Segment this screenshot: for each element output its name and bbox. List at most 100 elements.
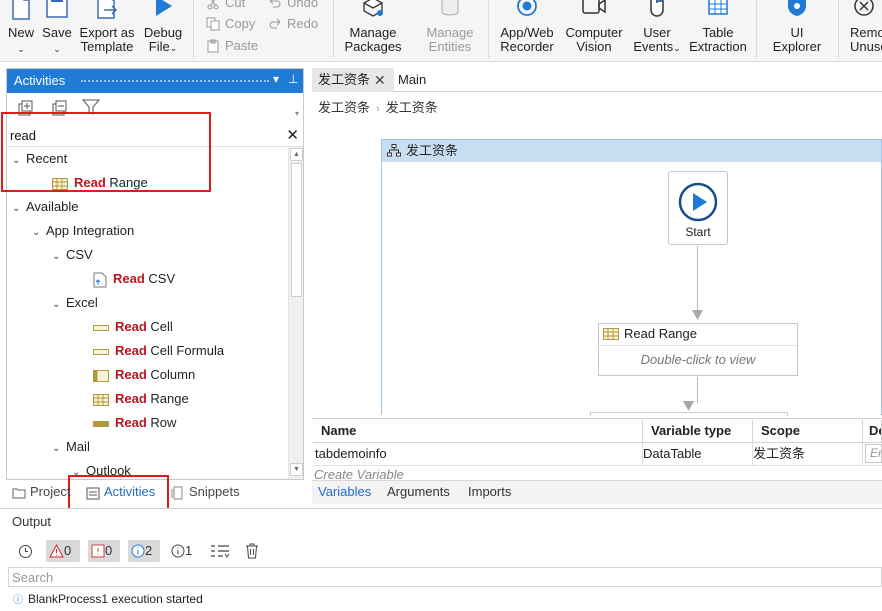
log-entry[interactable]: ⓘ BlankProcess1 execution started (13, 591, 203, 606)
variable-name-cell[interactable]: tabdemoinfo (313, 443, 643, 465)
undo-button[interactable]: Undo (268, 0, 328, 12)
variable-type-cell[interactable]: DataTable (643, 443, 753, 465)
recorder-button[interactable]: App/Web Recorder (494, 0, 560, 60)
tab-imports[interactable]: Imports (468, 482, 511, 502)
cut-button[interactable]: Cut (206, 0, 266, 12)
scissors-icon (207, 0, 219, 10)
close-icon[interactable]: ✕ (374, 68, 386, 92)
excel-range-icon (603, 328, 619, 340)
table-extraction-button[interactable]: Table Extraction (686, 0, 750, 60)
tab-label: Main (398, 72, 427, 87)
excel-cell-icon (93, 324, 109, 331)
match-text: Read (115, 391, 147, 406)
connector-line (697, 246, 698, 312)
tab-arguments[interactable]: Arguments (387, 482, 450, 502)
tree-group-mail[interactable]: ⌄ Mail (52, 435, 90, 459)
user-events-button[interactable]: User Events⌄ (630, 0, 684, 60)
tree-label: Cell Formula (150, 343, 225, 358)
ui-explorer-label-2: Explorer (772, 39, 822, 54)
warnings-filter[interactable]: 0 (88, 540, 120, 562)
ui-explorer-button[interactable]: UI Explorer (766, 0, 828, 60)
redo-button[interactable]: Redo (268, 15, 328, 33)
info-filter[interactable]: 2 (128, 540, 160, 562)
match-text: Read (115, 343, 147, 358)
export-template-button[interactable]: Export as Template (76, 0, 138, 60)
errors-filter[interactable]: 0 (46, 540, 80, 562)
tree-item-read-column[interactable]: Read Column (93, 363, 195, 387)
activities-panel-title: Activities (14, 73, 66, 88)
tab-workflow[interactable]: 发工资条 ✕ (312, 68, 394, 92)
paste-button[interactable]: Paste (206, 37, 266, 55)
clear-log-button[interactable] (245, 540, 263, 562)
excel-range-icon (93, 393, 109, 406)
new-label: New (7, 25, 34, 40)
column-header-name[interactable]: Name (313, 420, 643, 442)
user-events-label-2: Events⌄ (633, 39, 681, 54)
breadcrumb-item[interactable]: 发工资条 (386, 100, 438, 115)
copy-button[interactable]: Copy (206, 15, 266, 33)
timestamp-toggle[interactable] (18, 540, 36, 562)
tab-activities[interactable]: Activities (86, 481, 155, 503)
log-options-button[interactable] (210, 540, 232, 562)
tab-project[interactable]: Project (12, 481, 70, 503)
ribbon-toolbar: New ⌄ Save ⌄ Export as Template Debug Fi… (0, 0, 882, 62)
breadcrumb-item[interactable]: 发工资条 (318, 100, 370, 115)
read-range-activity[interactable]: Read Range Double-click to view (598, 323, 798, 376)
chevron-right-icon: › (376, 103, 380, 115)
column-header-scope[interactable]: Scope (753, 420, 863, 442)
chevron-down-icon: ⌄ (53, 44, 61, 54)
export-icon (97, 0, 118, 19)
trace-filter[interactable]: 1 (171, 540, 203, 562)
flowchart-icon (387, 144, 401, 157)
tree-group-app-integration[interactable]: ⌄ App Integration (32, 219, 134, 243)
arrow-down-icon (692, 310, 703, 320)
cut-label: Cut (225, 0, 246, 10)
tab-main[interactable]: Main (392, 68, 432, 92)
camera-icon (582, 0, 606, 14)
column-header-type[interactable]: Variable type (643, 420, 753, 442)
new-button[interactable]: New ⌄ (4, 0, 38, 60)
manage-packages-button[interactable]: Manage Packages (340, 0, 406, 60)
scrollbar-thumb[interactable] (291, 163, 302, 297)
record-icon (517, 0, 537, 16)
save-icon (46, 0, 68, 18)
trace-count: 1 (185, 543, 193, 558)
paste-label: Paste (225, 38, 259, 53)
pin-icon[interactable]: ⊥ (288, 72, 298, 86)
tree-item-read-range[interactable]: Read Range (93, 387, 189, 411)
tree-group-available[interactable]: ⌄ Available (12, 195, 79, 219)
remove-unused-button[interactable]: Remo Unuse (846, 0, 882, 60)
column-header-default[interactable]: De (863, 420, 882, 442)
debug-file-button[interactable]: Debug File⌄ (140, 0, 186, 60)
shield-icon (788, 0, 806, 16)
mouse-icon (650, 0, 664, 17)
tree-group-excel[interactable]: ⌄ Excel (52, 291, 98, 315)
tree-item-read-cell-formula[interactable]: Read Cell Formula (93, 339, 224, 363)
scroll-up-icon[interactable]: ▲ (290, 148, 303, 161)
variable-default-input[interactable]: En (865, 444, 882, 463)
info-icon (131, 544, 145, 558)
new-file-icon (12, 0, 30, 20)
manage-entities-button[interactable]: Manage Entities (418, 0, 482, 60)
output-search-input[interactable]: Search (8, 567, 882, 587)
paste-icon (207, 39, 219, 53)
tab-variables[interactable]: Variables (318, 482, 371, 502)
match-text: Read (115, 367, 147, 382)
clear-search-icon[interactable]: ✕ (286, 126, 299, 144)
computer-vision-button[interactable]: Computer Vision (562, 0, 626, 60)
activities-scrollbar[interactable]: ▲ ▼ (288, 147, 303, 479)
tree-item-read-csv[interactable]: Read CSV (93, 267, 175, 291)
remove-icon (854, 0, 874, 16)
tree-group-csv[interactable]: ⌄ CSV (52, 243, 93, 267)
scroll-down-icon[interactable]: ▼ (290, 463, 303, 476)
tree-item-read-row[interactable]: Read Row (93, 411, 176, 435)
divider (313, 465, 882, 466)
tree-label: Row (150, 415, 177, 430)
tree-item-read-cell[interactable]: Read Cell (93, 315, 173, 339)
tree-label: CSV (148, 271, 176, 286)
tab-snippets[interactable]: Snippets (171, 481, 240, 503)
save-button[interactable]: Save ⌄ (40, 0, 74, 60)
dropdown-icon[interactable]: ▾ (273, 72, 279, 86)
variable-scope-cell[interactable]: 发工资条 (753, 443, 863, 465)
start-node[interactable]: Start (668, 171, 728, 245)
